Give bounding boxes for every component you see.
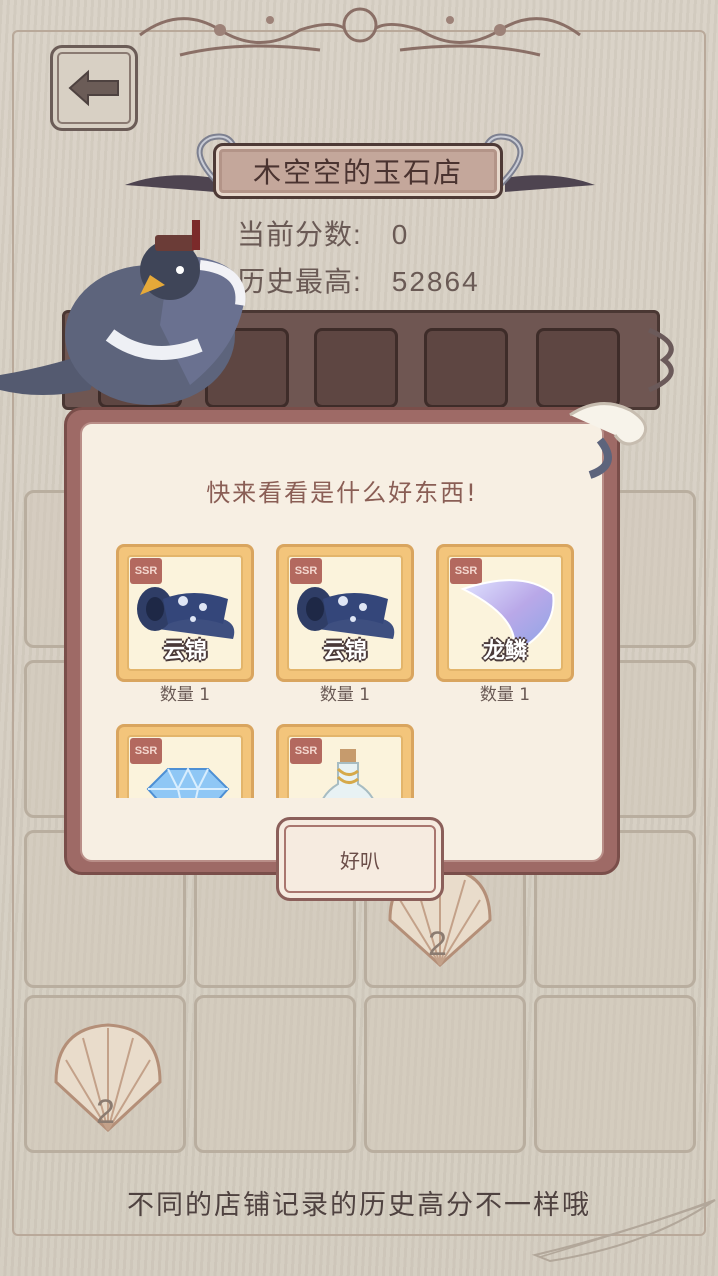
arrow-left-icon (68, 69, 119, 107)
top-ornament-icon (139, 7, 581, 57)
glass-bottle-icon (322, 749, 374, 798)
shop-title: 木空空的玉石店 (252, 156, 463, 189)
tile-value: 2 (428, 925, 447, 963)
item-slot[interactable] (424, 328, 508, 408)
reward-item-quantity: 数量 1 (319, 685, 371, 705)
reward-item-quantity: 数量 1 (479, 685, 531, 705)
grid-cell[interactable] (194, 995, 356, 1153)
tile-value: 2 (96, 1093, 115, 1131)
current-score: 当前分数: 0 (237, 213, 409, 253)
slot-bar-ornament-icon (647, 327, 674, 393)
reward-item[interactable]: SSR 云锦 (116, 544, 254, 682)
magpie-mascot-icon (0, 220, 246, 405)
reward-item-name: 云锦 (162, 639, 207, 664)
confirm-button[interactable]: 好叭 (276, 817, 444, 901)
current-score-value: 0 (391, 219, 410, 250)
best-score-value: 52864 (391, 266, 480, 297)
reward-item[interactable]: SSR (276, 724, 414, 798)
shop-title-plate: 木空空的玉石店 (213, 143, 503, 199)
grid-cell[interactable] (364, 995, 526, 1153)
reward-item[interactable]: SSR 龙鳞 (436, 544, 574, 682)
reward-item[interactable]: SSR 云锦 (276, 544, 414, 682)
reward-item[interactable]: SSR (116, 724, 254, 798)
reward-item-quantity: 数量 1 (159, 685, 211, 705)
scroll-curl-ornament-icon (569, 402, 648, 479)
reward-item-list[interactable]: SSR 云锦 数量 1 SSR 云锦 数量 1 SSR 龙鳞 数量 1 SSR … (100, 530, 590, 798)
reward-item-name: 龙鳞 (482, 639, 527, 664)
item-slot[interactable] (314, 328, 398, 408)
back-button[interactable] (50, 45, 138, 131)
modal-heading: 快来看看是什么好东西! (206, 479, 478, 507)
reward-item-name: 云锦 (322, 639, 367, 664)
blue-diamond-icon (146, 766, 230, 798)
best-score: 历史最高: 52864 (237, 260, 480, 300)
feather-ornament-icon (531, 1199, 716, 1263)
grid-cell[interactable] (534, 995, 696, 1153)
